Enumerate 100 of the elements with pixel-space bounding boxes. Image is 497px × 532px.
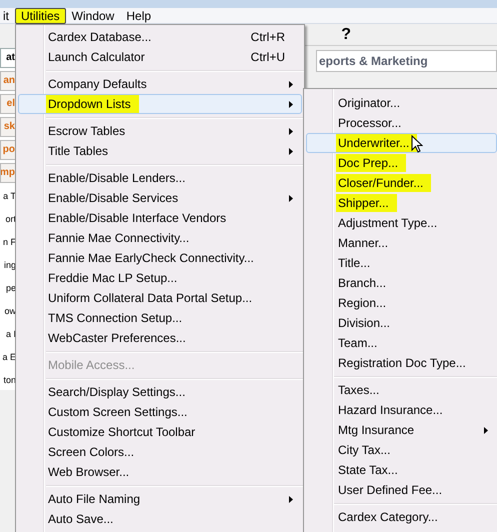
menu-item[interactable]: Fannie Mae EarlyCheck Connectivity... [18, 248, 302, 268]
menu-item-label: Team... [337, 335, 378, 352]
menu-item[interactable]: User Defined Fee... [306, 480, 497, 500]
menu-item[interactable]: Hazard Insurance... [306, 400, 497, 420]
cut-off-text: a E [1, 350, 16, 364]
menu-item[interactable]: Mtg Insurance [306, 420, 497, 440]
menu-item[interactable]: Customize Shortcut Toolbar [18, 422, 302, 442]
menu-item[interactable]: Enable/Disable Services [18, 188, 302, 208]
menu-item[interactable]: Auto File Naming [18, 489, 302, 509]
menu-item[interactable]: Closer/Funder... [306, 173, 497, 193]
menu-item-label: Enable/Disable Interface Vendors [47, 210, 228, 227]
menu-item[interactable]: Originator... [306, 93, 497, 113]
menu-item[interactable]: Region... [306, 293, 497, 313]
menu-item-label: Title Tables [47, 143, 110, 160]
menu-item-label: Mobile Access... [47, 357, 136, 374]
menu-item-label: Auto File Naming [47, 491, 142, 508]
menu-item[interactable]: Screen Colors... [18, 442, 302, 462]
menu-item[interactable]: Doc Prep... [306, 153, 497, 173]
menu-item-label: Hazard Insurance... [337, 402, 444, 419]
menu-item-label: Doc Prep... [336, 154, 406, 172]
menu-bar-item[interactable]: it [0, 8, 15, 24]
menu-item[interactable]: Uniform Collateral Data Portal Setup... [18, 288, 302, 308]
menu-item-label: Uniform Collateral Data Portal Setup... [47, 290, 254, 307]
menu-item-label: Registration Doc Type... [337, 355, 467, 372]
menu-item[interactable]: Launch Calculator Ctrl+U [18, 47, 302, 67]
menu-item[interactable]: Processor... [306, 113, 497, 133]
menu-item[interactable]: Shipper... [306, 193, 497, 213]
menu-bar-item[interactable]: Help [120, 8, 158, 24]
cut-off-text: ort [4, 212, 16, 226]
menu-item-label: Fannie Mae Connectivity... [47, 230, 190, 247]
menu-item-label: Cardex Database... [47, 29, 152, 46]
menu-item[interactable]: Custom Screen Settings... [18, 402, 302, 422]
menu-item[interactable]: Team... [306, 333, 497, 353]
menu-item-label: Enable/Disable Lenders... [47, 170, 186, 187]
menu-item-label: Company Defaults [47, 76, 148, 93]
menu-item[interactable]: Manner... [306, 233, 497, 253]
menu-item-label: Escrow Tables [47, 123, 126, 140]
menu-bar-item[interactable]: Window [66, 8, 120, 24]
menu-item[interactable]: Escrow Tables [18, 121, 302, 141]
menu-item-label: Processor... [337, 115, 402, 132]
menu-item-label: Division... [337, 315, 392, 332]
menu-item[interactable]: Taxes... [306, 380, 497, 400]
menu-item-label: Cardex Category... [337, 509, 439, 526]
menu-item-label: Mtg Insurance [337, 422, 416, 439]
menu-item-label: Branch... [337, 275, 388, 292]
menu-item[interactable]: Branch... [306, 273, 497, 293]
cursor-icon [411, 135, 424, 153]
cut-off-text: a I [4, 328, 16, 340]
shortcut-label: Ctrl+R [250, 29, 285, 46]
menu-item-label: Adjustment Type... [337, 215, 438, 232]
menu-item[interactable]: TMS Connection Setup... [18, 308, 302, 328]
menu-item[interactable]: Auto Save... [18, 509, 302, 529]
menu-item-label: TMS Connection Setup... [47, 310, 184, 327]
menu-item[interactable]: Adjustment Type... [306, 213, 497, 233]
cut-off-heading[interactable]: at [0, 48, 16, 68]
cut-off-text: pe [4, 282, 16, 295]
menu-item[interactable]: City Tax... [306, 440, 497, 460]
menu-item-label: Launch Calculator [47, 49, 146, 66]
menu-item[interactable]: WebCaster Preferences... [18, 328, 302, 348]
menu-item-label: Taxes... [337, 382, 380, 399]
menu-item-label: Underwriter... [336, 134, 418, 152]
menu-item[interactable]: Title Tables [18, 141, 302, 161]
menu-item-label: Closer/Funder... [336, 174, 432, 192]
shortcut-label: Ctrl+U [250, 49, 285, 66]
menu-item[interactable]: Company Defaults [18, 74, 302, 94]
menu-item[interactable]: Division... [306, 313, 497, 333]
menu-item[interactable]: State Tax... [306, 460, 497, 480]
menu-item[interactable]: Cardex Category... [306, 507, 497, 527]
menu-item-label: Fannie Mae EarlyCheck Connectivity... [47, 250, 255, 267]
menu-item-label: Enable/Disable Services [47, 190, 180, 207]
menu-item[interactable]: Cardex Database... Ctrl+R [18, 27, 302, 47]
menu-item[interactable]: Title... [306, 253, 497, 273]
menu-item-label: Shipper... [336, 194, 397, 212]
menu-item-label: Freddie Mac LP Setup... [47, 270, 178, 287]
menu-item-label: Custom Screen Settings... [47, 404, 188, 421]
menu-item-label: Originator... [337, 95, 402, 112]
menu-item-label: State Tax... [337, 462, 399, 479]
menu-bar-item[interactable]: Utilities [15, 8, 66, 24]
menu-item-label: Title... [337, 255, 372, 272]
menu-item[interactable]: Fannie Mae Connectivity... [18, 228, 302, 248]
menu-item[interactable]: Registration Doc Type... [306, 353, 497, 373]
menu-item-label: Search/Display Settings... [47, 384, 186, 401]
menu-item-label: Manner... [337, 235, 390, 252]
menu-item-label: User Defined Fee... [337, 482, 444, 499]
menu-item[interactable]: Enable/Disable Interface Vendors [18, 208, 302, 228]
help-button[interactable]: ? [341, 26, 351, 42]
menu-item-label: Auto Save... [47, 511, 114, 528]
menu-item[interactable]: Dropdown Lists [18, 94, 302, 114]
menu-item[interactable]: Search/Display Settings... [18, 382, 302, 402]
menu-item-label: Screen Colors... [47, 444, 136, 461]
menu-item-label: City Tax... [337, 442, 392, 459]
section-header: eports & Marketing [318, 53, 428, 70]
menu-item[interactable]: Underwriter... [306, 133, 497, 153]
menu-item[interactable]: Enable/Disable Lenders... [18, 168, 302, 188]
menu-item-label: WebCaster Preferences... [47, 330, 187, 347]
menu-item[interactable]: Freddie Mac LP Setup... [18, 268, 302, 288]
menu-item-label: Customize Shortcut Toolbar [47, 424, 196, 441]
menu-item[interactable]: Web Browser... [18, 462, 302, 482]
menu-item-label: Region... [337, 295, 388, 312]
menu-item-label: Web Browser... [47, 464, 130, 481]
